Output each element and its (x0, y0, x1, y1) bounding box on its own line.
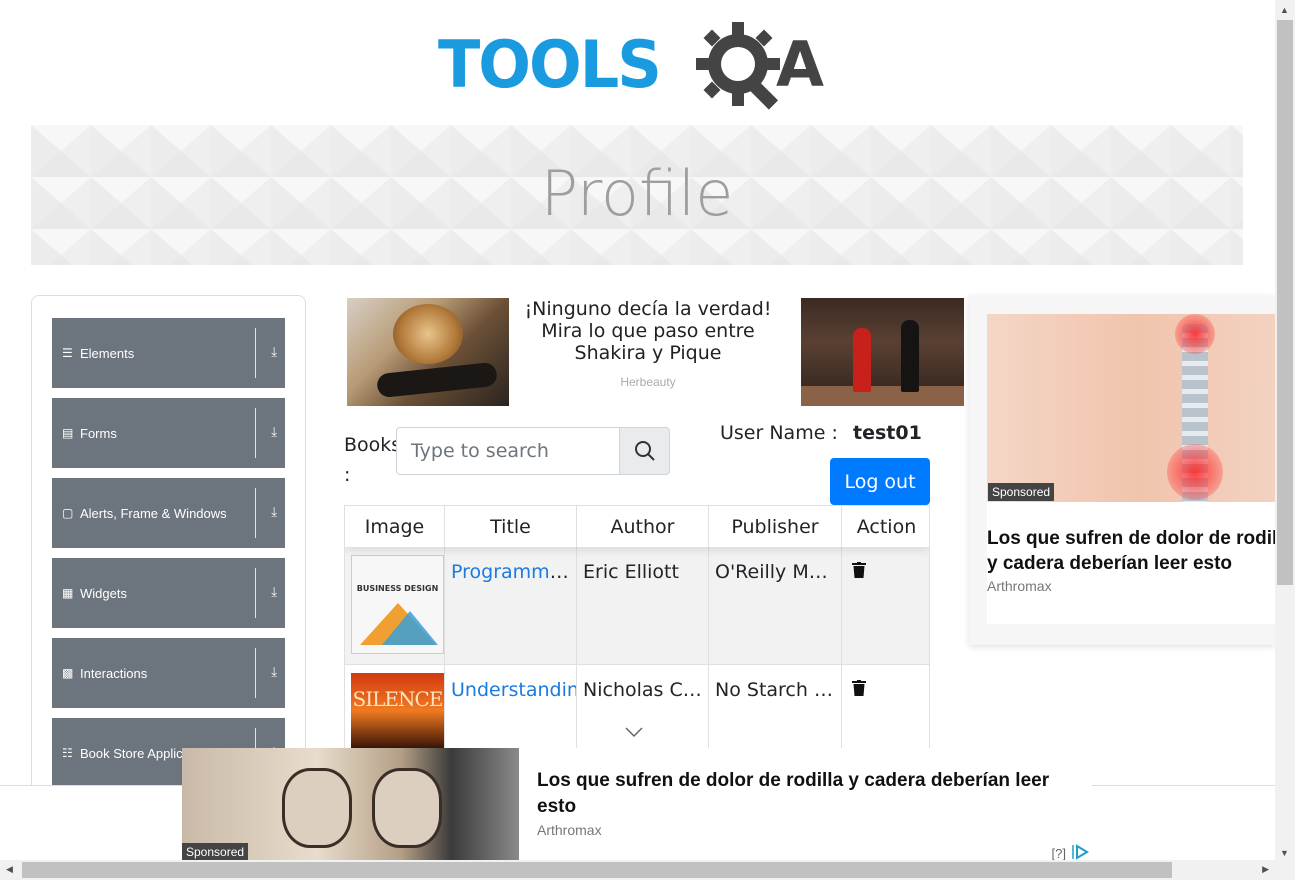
window-icon: ▢ (62, 506, 74, 520)
scroll-right-arrow-icon[interactable]: ▶ (1262, 864, 1269, 875)
logout-button[interactable]: Log out (830, 458, 930, 505)
interactions-icon: ▩ (62, 666, 74, 680)
trash-icon[interactable] (852, 680, 866, 696)
sidebar-group-widgets[interactable]: ▦ Widgets ⤓ (52, 558, 285, 628)
book-cover-cell: SILENCE (345, 665, 445, 749)
toolsqa-logo[interactable]: TOOLS A (438, 20, 840, 112)
book-author: Eric Elliott (577, 547, 709, 664)
ad-source[interactable]: Herbeauty (517, 375, 779, 389)
page-title: Profile (540, 157, 734, 230)
sponsored-badge: Sponsored (988, 483, 1055, 501)
ad-top-banner[interactable]: ¡Ninguno decía la verdad! Mira lo que pa… (347, 298, 964, 406)
search-button[interactable] (619, 427, 670, 475)
trash-icon[interactable] (852, 562, 866, 578)
vertical-scrollbar[interactable]: ▲ ▼ (1275, 0, 1295, 880)
column-header-action[interactable]: Action (842, 506, 929, 547)
download-arrow-icon: ⤓ (271, 424, 277, 439)
column-header-image[interactable]: Image (345, 506, 445, 547)
scrollbar-thumb[interactable] (1277, 20, 1293, 585)
book-cover: BUSINESS DESIGN (351, 555, 444, 654)
search-box (396, 427, 670, 475)
action-cell (842, 547, 929, 664)
book-title-cell: Understanding (445, 665, 577, 749)
download-arrow-icon: ⤓ (271, 664, 277, 679)
sidebar-group-alerts[interactable]: ▢ Alerts, Frame & Windows ⤓ (52, 478, 285, 548)
search-input[interactable] (396, 427, 620, 475)
ad-card[interactable]: Sponsored Los que sufren de dolor de rod… (987, 314, 1275, 624)
logo-text: TOOLS (438, 26, 662, 103)
sponsored-badge: Sponsored (182, 843, 249, 861)
action-cell (842, 665, 929, 749)
username-value: test01 (853, 422, 922, 444)
sidebar-group-interactions[interactable]: ▩ Interactions ⤓ (52, 638, 285, 708)
ad-right-panel[interactable]: Sponsored Los que sufren de dolor de rod… (969, 295, 1275, 645)
column-header-author[interactable]: Author (577, 506, 709, 547)
column-header-publisher[interactable]: Publisher (709, 506, 842, 547)
books-icon: ☷ (62, 746, 73, 760)
ad-image[interactable]: Sponsored (182, 748, 519, 861)
ad-bottom-card[interactable]: Sponsored Los que sufren de dolor de rod… (182, 748, 1092, 861)
ad-image[interactable]: Sponsored (987, 314, 1275, 502)
download-arrow-icon: ⤓ (271, 584, 277, 599)
left-sidebar: ☰ Elements ⤓ ▤ Forms ⤓ ▢ Alerts, Frame &… (31, 295, 306, 795)
book-title-link[interactable]: Programming (451, 561, 576, 583)
scroll-down-arrow-icon[interactable]: ▼ (1280, 848, 1289, 858)
download-arrow-icon: ⤓ (271, 504, 277, 519)
ad-headline[interactable]: Los que sufren de dolor de rodilla y cad… (537, 768, 1087, 820)
book-cover-cell: BUSINESS DESIGN (345, 547, 445, 664)
gear-q-icon (696, 22, 780, 110)
page-banner: Profile (31, 125, 1243, 265)
ad-source[interactable]: Arthromax (537, 822, 602, 838)
search-icon (634, 441, 655, 461)
scroll-left-arrow-icon[interactable]: ◀ (6, 864, 13, 875)
book-cover: SILENCE (351, 673, 444, 748)
ad-headline[interactable]: Los que sufren de dolor de rodilla y cad… (987, 526, 1275, 576)
adchoices-icon[interactable] (1071, 844, 1089, 860)
sidebar-group-forms[interactable]: ▤ Forms ⤓ (52, 398, 285, 468)
menu-icon: ☰ (62, 346, 73, 360)
form-icon: ▤ (62, 426, 74, 440)
ad-bottom-banner: Sponsored Los que sufren de dolor de rod… (0, 748, 1275, 861)
chevron-down-icon[interactable] (624, 726, 644, 738)
scrollbar-thumb[interactable] (22, 862, 1172, 878)
book-title-link[interactable]: Understanding (451, 679, 576, 701)
ad-source[interactable]: Arthromax (987, 578, 1052, 594)
book-cover-text: BUSINESS DESIGN (356, 584, 439, 593)
books-table: Image Title Author Publisher Action BUSI… (344, 505, 930, 750)
ad-headline[interactable]: ¡Ninguno decía la verdad! Mira lo que pa… (517, 298, 779, 364)
scroll-up-arrow-icon[interactable]: ▲ (1280, 5, 1289, 15)
widgets-icon: ▦ (62, 586, 74, 600)
column-header-title[interactable]: Title (445, 506, 577, 547)
book-title-cell: Programming (445, 547, 577, 664)
ad-image[interactable] (801, 298, 964, 406)
horizontal-scrollbar[interactable]: ◀ ▶ (0, 860, 1275, 880)
book-publisher: O'Reilly Me... (709, 547, 842, 664)
books-label: Books : (344, 434, 402, 486)
ad-image[interactable] (347, 298, 509, 406)
username-label: User Name : (720, 422, 838, 444)
logo-a: A (776, 28, 824, 101)
book-cover-text: SILENCE (352, 687, 444, 711)
download-arrow-icon: ⤓ (271, 344, 277, 359)
table-row: BUSINESS DESIGN Programming Eric Elliott… (345, 547, 929, 664)
table-header: Image Title Author Publisher Action (345, 506, 929, 547)
ad-info-link[interactable]: [?] (1052, 846, 1066, 861)
book-publisher: No Starch P... (709, 665, 842, 749)
sidebar-group-elements[interactable]: ☰ Elements ⤓ (52, 318, 285, 388)
